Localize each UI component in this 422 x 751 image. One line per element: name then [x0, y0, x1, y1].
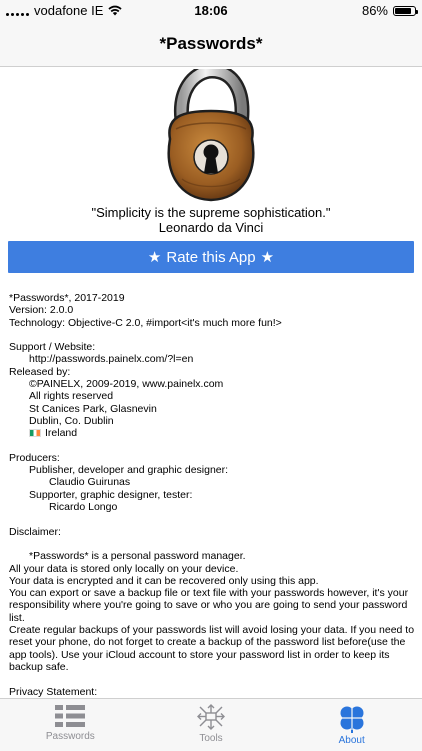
app-name-line: *Passwords*, 2017-2019	[9, 292, 125, 304]
star-icon: ★	[147, 249, 162, 266]
status-time: 18:06	[194, 3, 228, 18]
released-line: Dublin, Co. Dublin	[29, 414, 114, 427]
about-info-text: *Passwords*, 2017-2019 Version: 2.0.0 Te…	[9, 292, 415, 698]
status-right: 86%	[361, 3, 418, 18]
producers-heading: Producers:	[9, 451, 60, 464]
producer-role: Supporter, graphic designer, tester:	[29, 488, 193, 501]
privacy-heading: Privacy Statement:	[9, 685, 98, 698]
status-bar: vodafone IE 18:06 86%	[0, 0, 422, 22]
tab-tools[interactable]: Tools	[141, 699, 282, 751]
tools-arrows-icon	[197, 704, 225, 730]
rate-app-label: Rate this App	[166, 248, 256, 266]
tab-label: Tools	[199, 733, 223, 744]
disclaimer-paragraph: You can export or save a backup file or …	[9, 587, 409, 624]
producer-name: Ricardo Longo	[49, 501, 118, 514]
star-icon: ★	[260, 249, 275, 266]
battery-icon	[393, 5, 418, 16]
app-logo	[160, 67, 262, 205]
tab-label: Passwords	[45, 731, 95, 742]
tab-bar: Passwords Tools About	[0, 698, 422, 751]
clover-icon	[339, 706, 364, 733]
tab-passwords[interactable]: Passwords	[0, 699, 141, 751]
support-url-link[interactable]: http://passwords.painelx.com/?l=en	[9, 353, 415, 365]
disclaimer-paragraph: Your data is encrypted and it can be rec…	[9, 574, 319, 587]
disclaimer-paragraph: Create regular backups of your passwords…	[9, 624, 415, 673]
producer-name: Claudio Guirunas	[49, 476, 131, 489]
battery-percent: 86%	[361, 3, 388, 18]
released-country-line: Ireland	[9, 427, 415, 439]
released-heading: Released by:	[9, 365, 71, 378]
list-icon	[55, 705, 86, 727]
navigation-bar: *Passwords*	[0, 22, 422, 67]
about-content[interactable]: "Simplicity is the supreme sophisticatio…	[0, 67, 422, 698]
producer-role: Publisher, developer and graphic designe…	[29, 464, 229, 477]
ireland-flag-icon	[29, 429, 41, 438]
quote-text: "Simplicity is the supreme sophisticatio…	[91, 205, 331, 220]
released-line: All rights reserved	[29, 390, 114, 403]
disclaimer-paragraph: All your data is stored only locally on …	[9, 562, 239, 575]
tab-label: About	[338, 735, 365, 746]
released-line: ©PAINELX, 2009-2019, www.painelx.com	[29, 378, 224, 391]
released-country: Ireland	[45, 427, 78, 440]
released-line: St Canices Park, Glasnevin	[29, 402, 157, 415]
support-heading: Support / Website:	[9, 341, 96, 354]
disclaimer-heading: Disclaimer:	[9, 525, 61, 538]
version-line: Version: 2.0.0	[9, 304, 74, 317]
quote-block: "Simplicity is the supreme sophisticatio…	[0, 205, 422, 235]
disclaimer-paragraph: *Passwords* is a personal password manag…	[29, 550, 246, 563]
page-title: *Passwords*	[159, 34, 263, 53]
rate-app-button[interactable]: ★ Rate this App ★	[8, 241, 414, 273]
technology-line: Technology: Objective-C 2.0, #import<it'…	[9, 316, 282, 329]
tab-about[interactable]: About	[281, 699, 422, 751]
battery-level	[395, 7, 412, 14]
quote-author: Leonardo da Vinci	[158, 220, 264, 235]
padlock-icon	[167, 67, 255, 202]
